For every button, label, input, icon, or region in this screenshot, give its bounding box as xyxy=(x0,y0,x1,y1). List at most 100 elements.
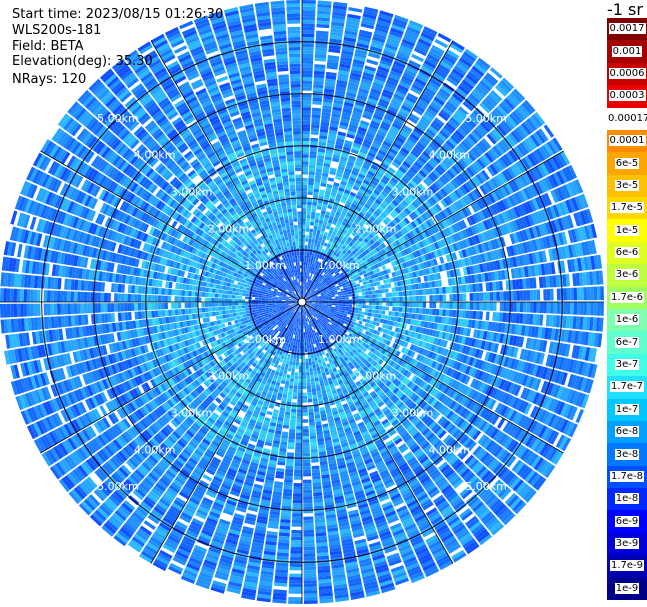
data-bin xyxy=(311,388,317,392)
data-bin xyxy=(304,275,306,279)
data-bin xyxy=(305,331,308,336)
data-bin xyxy=(497,417,506,429)
data-bin xyxy=(308,168,316,172)
data-bin xyxy=(513,302,517,312)
data-bin xyxy=(475,283,480,292)
data-bin xyxy=(485,282,490,292)
data-bin xyxy=(328,300,333,302)
data-bin xyxy=(306,211,311,216)
data-bin xyxy=(362,295,366,299)
data-bin xyxy=(305,362,309,366)
data-bin xyxy=(533,289,537,301)
data-bin xyxy=(305,358,309,363)
data-bin xyxy=(304,348,308,353)
data-bin xyxy=(304,272,307,276)
data-bin xyxy=(302,30,315,34)
data-bin xyxy=(546,289,551,301)
data-bin xyxy=(409,296,413,302)
data-bin xyxy=(365,305,369,309)
data-bin xyxy=(302,16,316,21)
data-bin xyxy=(310,215,316,220)
data-bin xyxy=(432,302,437,309)
data-bin xyxy=(359,302,363,305)
data-bin xyxy=(566,302,571,315)
data-bin xyxy=(365,308,369,313)
data-bin xyxy=(312,235,316,240)
data-bin xyxy=(360,285,365,290)
data-bin xyxy=(388,292,393,297)
data-bin xyxy=(496,291,500,301)
data-bin xyxy=(306,251,310,256)
data-bin xyxy=(347,289,352,292)
data-bin xyxy=(305,265,308,269)
data-bin xyxy=(355,296,359,299)
data-bin xyxy=(436,294,440,302)
data-bin xyxy=(338,305,342,308)
data-bin xyxy=(308,181,314,186)
data-bin xyxy=(304,335,306,339)
data-bin xyxy=(334,307,339,310)
data-bin xyxy=(311,111,321,115)
data-bin xyxy=(489,292,494,301)
data-bin xyxy=(308,418,315,423)
data-bin xyxy=(308,184,314,189)
data-bin xyxy=(412,307,416,314)
data-bin xyxy=(308,235,313,239)
data-bin xyxy=(309,368,313,372)
data-bin xyxy=(307,262,311,266)
data-bin xyxy=(305,238,309,242)
data-bin xyxy=(318,299,323,301)
data-bin xyxy=(328,298,333,301)
data-bin xyxy=(536,302,541,313)
data-bin xyxy=(306,221,310,226)
data-bin xyxy=(302,147,310,152)
data-bin xyxy=(308,174,315,179)
data-bin xyxy=(398,312,403,318)
data-bin xyxy=(314,239,319,244)
data-bin xyxy=(302,167,309,172)
data-bin xyxy=(367,287,372,292)
data-bin xyxy=(302,3,316,7)
data-bin xyxy=(348,309,352,313)
data-bin xyxy=(302,43,314,48)
data-bin xyxy=(550,288,554,301)
data-bin xyxy=(315,302,319,304)
data-bin xyxy=(356,316,361,321)
data-bin xyxy=(469,310,473,319)
data-bin xyxy=(314,360,319,365)
data-bin xyxy=(425,288,430,295)
data-bin xyxy=(306,218,311,222)
data-bin xyxy=(367,312,372,317)
data-bin xyxy=(302,140,310,145)
data-bin xyxy=(302,33,315,38)
data-bin xyxy=(309,151,317,156)
data-bin xyxy=(304,342,307,346)
data-bin xyxy=(597,302,601,316)
data-bin xyxy=(499,302,504,312)
data-bin xyxy=(315,212,321,217)
data-bin xyxy=(449,294,453,302)
data-bin xyxy=(305,365,309,369)
data-bin xyxy=(315,246,320,251)
data-bin xyxy=(550,302,554,314)
data-bin xyxy=(302,107,311,111)
data-bin xyxy=(312,475,321,480)
data-bin xyxy=(303,268,306,272)
data-bin xyxy=(570,302,574,315)
data-bin xyxy=(483,302,487,311)
data-bin xyxy=(302,137,310,142)
data-bin xyxy=(312,201,318,206)
data-bin xyxy=(361,292,366,296)
data-bin xyxy=(449,302,453,309)
data-bin xyxy=(305,228,310,232)
data-bin xyxy=(305,235,309,239)
data-bin xyxy=(375,305,380,310)
data-bin xyxy=(593,286,598,301)
data-bin xyxy=(361,311,365,315)
data-bin xyxy=(311,357,315,362)
data-bin xyxy=(411,284,416,290)
data-bin xyxy=(302,134,310,138)
data-bin xyxy=(303,278,305,282)
data-bin xyxy=(310,141,318,146)
data-bin xyxy=(600,302,604,316)
